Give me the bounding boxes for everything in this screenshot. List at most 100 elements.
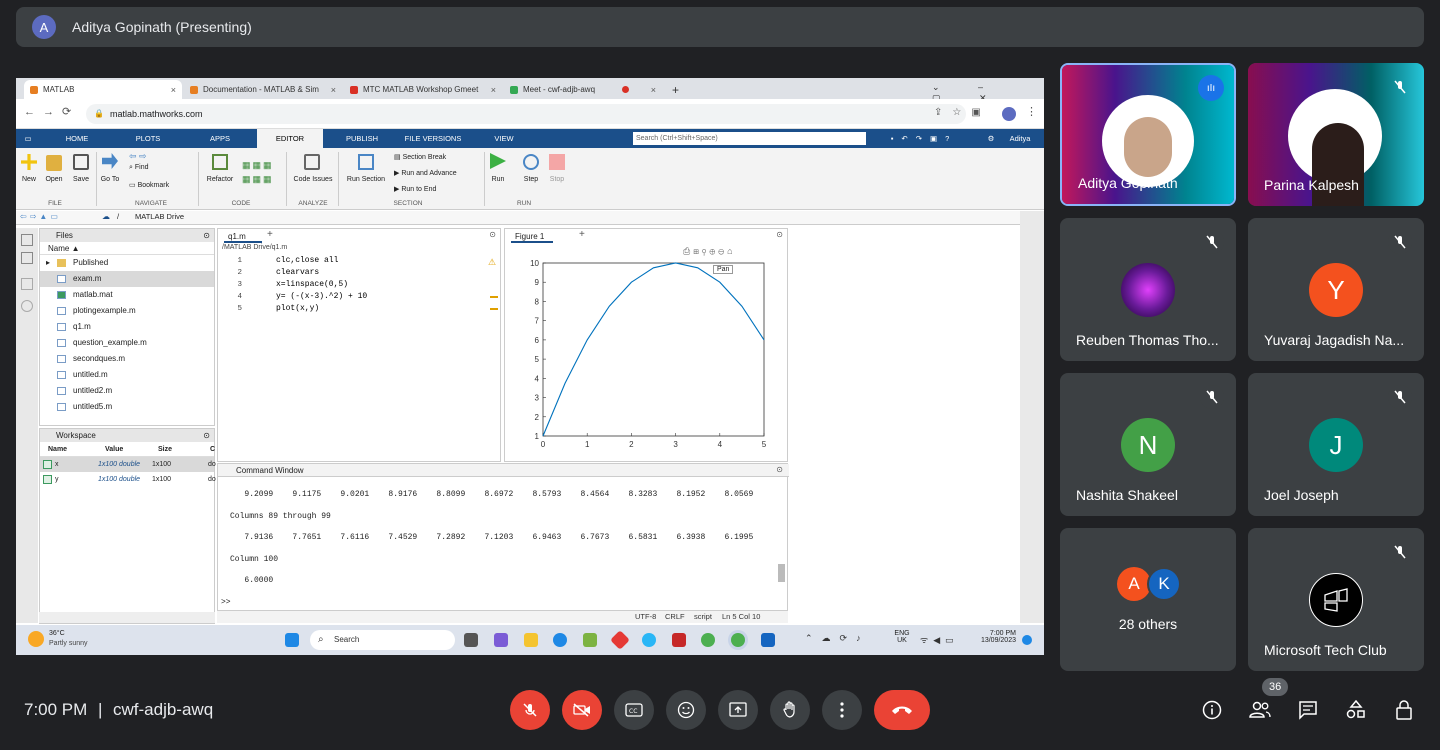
file-item[interactable]: exam.m (40, 271, 214, 287)
clock[interactable]: 7:00 PM 13/09/2023 (974, 630, 1016, 644)
file-item[interactable]: untitled.m (40, 367, 214, 383)
ws-col-class[interactable]: C (210, 442, 215, 457)
raise-hand-button[interactable] (770, 690, 810, 730)
teams-icon[interactable] (494, 633, 508, 647)
workspace-panel-icon[interactable] (21, 252, 33, 264)
camera-toggle-button[interactable] (562, 690, 602, 730)
tab-publish[interactable]: PUBLISH (338, 129, 386, 148)
url-input[interactable]: 🔒 matlab.mathworks.com (86, 104, 966, 124)
goto-button[interactable]: Go To (98, 176, 122, 183)
back-forward-icon[interactable]: ⇦ ⇨ (129, 151, 147, 162)
code-format-icons[interactable]: ▦▦▦ ▦▦▦ (242, 158, 274, 186)
run-to-end-button[interactable]: ▶ Run to End (394, 185, 474, 193)
workspace-row[interactable]: y 1x100 double 1x100 do (40, 472, 216, 487)
ws-col-value[interactable]: Value (105, 442, 123, 457)
present-button[interactable] (718, 690, 758, 730)
file-item[interactable]: untitled5.m (40, 399, 214, 415)
workspace-row[interactable]: x 1x100 double 1x100 do (40, 457, 216, 472)
leave-call-button[interactable] (874, 690, 930, 730)
file-item[interactable]: q1.m (40, 319, 214, 335)
close-icon[interactable]: × (651, 85, 656, 95)
file-item[interactable]: question_example.m (40, 335, 214, 351)
code-line[interactable]: 4 y= (-(x-3).^2) + 10 (218, 291, 488, 303)
scrollbar[interactable] (778, 564, 785, 582)
windows-start-icon[interactable] (285, 633, 299, 647)
network-volume-battery-icons[interactable]: ᯤ◀▭ (920, 633, 959, 646)
file-item[interactable]: matlab.mat (40, 287, 214, 303)
profile-avatar[interactable] (1002, 107, 1016, 121)
current-folder-path[interactable]: ⇦⇨▲▭ ☁ / MATLAB Drive (16, 211, 1044, 225)
toolbar-icons[interactable]: ⇪☆▣ (934, 107, 991, 118)
tab-apps[interactable]: APPS (198, 129, 242, 148)
mcafee-icon[interactable] (672, 633, 686, 647)
close-icon[interactable]: × (331, 85, 336, 95)
tab-home[interactable]: HOME (56, 129, 98, 148)
close-icon[interactable]: × (491, 85, 496, 95)
meeting-details-button[interactable] (1198, 696, 1226, 724)
language-indicator[interactable]: ENG UK (892, 630, 912, 644)
reactions-button[interactable] (666, 690, 706, 730)
warning-icon[interactable]: ⚠ (488, 257, 496, 268)
panel-menu-icon[interactable]: ⊙ (203, 429, 210, 442)
warning-marker[interactable] (490, 308, 498, 310)
activities-button[interactable] (1342, 696, 1370, 724)
matlab-search-input[interactable]: Search (Ctrl+Shift+Space) (633, 132, 866, 145)
stop-button[interactable]: Stop (544, 176, 570, 183)
file-explorer-icon[interactable] (524, 633, 538, 647)
tab-plots[interactable]: PLOTS (126, 129, 170, 148)
taskbar-search[interactable]: ⌕ Search (310, 630, 455, 650)
participant-tile-nashita[interactable]: N Nashita Shakeel (1060, 373, 1236, 516)
panel-menu-icon[interactable]: ⊙ (776, 465, 783, 474)
browser-tab-documentation[interactable]: Documentation - MATLAB & Sim × (184, 80, 342, 99)
panel-menu-icon[interactable]: ⊙ (776, 230, 783, 239)
participant-tile-reuben[interactable]: Reuben Thomas Tho... (1060, 218, 1236, 361)
photos-icon[interactable] (642, 633, 656, 647)
new-figure-tab-button[interactable]: + (579, 229, 585, 240)
run-button[interactable]: Run (484, 176, 512, 183)
code-area[interactable]: 1 clc,close all 2 clearvars 3 x=linspace(0,5)… (218, 255, 488, 315)
more-options-button[interactable] (822, 690, 862, 730)
horizontal-scrollbar[interactable] (39, 612, 215, 623)
code-line[interactable]: 2 clearvars (218, 267, 488, 279)
history-icon[interactable] (21, 300, 33, 312)
files-panel-icon[interactable] (21, 234, 33, 246)
participant-tile-microsoft-tech-club[interactable]: Microsoft Tech Club (1248, 528, 1424, 671)
expand-chevron-icon[interactable]: ▸ (46, 255, 50, 271)
warning-marker[interactable] (490, 296, 498, 298)
run-section-button[interactable]: Run Section (342, 176, 390, 183)
tab-file-versions[interactable]: FILE VERSIONS (400, 129, 466, 148)
participant-tile-aditya[interactable]: ıIı Aditya Gopinath (1060, 63, 1236, 206)
ws-col-size[interactable]: Size (158, 442, 172, 457)
gear-icon[interactable]: ⚙ (986, 129, 996, 148)
word-icon[interactable] (761, 633, 775, 647)
chat-button[interactable] (1294, 696, 1322, 724)
share-icon[interactable] (21, 278, 33, 290)
ws-col-name[interactable]: Name (48, 442, 67, 457)
section-break-button[interactable]: ▤ Section Break (394, 153, 474, 161)
path-nav-icons[interactable]: ⇦⇨▲▭ (20, 212, 61, 221)
nav-buttons[interactable]: ←→⟳ (24, 105, 79, 118)
line-plot[interactable]: 0 1 2 3 4 512345678910 (505, 241, 789, 463)
participant-tile-yuvaraj[interactable]: Y Yuvaraj Jagadish Na... (1248, 218, 1424, 361)
browser-tab-meet[interactable]: Meet - cwf-adjb-awq × (504, 80, 662, 99)
tray-icons[interactable]: ⌃☁⟳♪ (805, 633, 870, 644)
participant-tile-joel[interactable]: J Joel Joseph (1248, 373, 1424, 516)
people-button[interactable] (1246, 696, 1274, 724)
files-column-header[interactable]: Name ▲ (40, 242, 214, 255)
file-item[interactable]: plotingexample.m (40, 303, 214, 319)
participant-tile-parina[interactable]: Parina Kalpesh (1248, 63, 1424, 206)
chrome-icon[interactable] (701, 633, 715, 647)
kebab-menu-icon[interactable]: ⋮ (1026, 105, 1037, 118)
close-icon[interactable]: × (171, 85, 176, 95)
bookmark-button[interactable]: ▭ Bookmark (129, 181, 189, 189)
code-line[interactable]: 3 x=linspace(0,5) (218, 279, 488, 291)
code-issues-button[interactable]: Code Issues (290, 176, 336, 183)
weather-icon[interactable] (28, 631, 44, 647)
host-controls-button[interactable] (1390, 696, 1418, 724)
mic-toggle-button[interactable] (510, 690, 550, 730)
code-line[interactable]: 1 clc,close all (218, 255, 488, 267)
new-tab-button[interactable]: + (666, 80, 686, 99)
notification-icon[interactable] (1022, 635, 1032, 645)
panel-menu-icon[interactable]: ⊙ (203, 229, 210, 242)
run-advance-button[interactable]: ▶ Run and Advance (394, 169, 478, 177)
